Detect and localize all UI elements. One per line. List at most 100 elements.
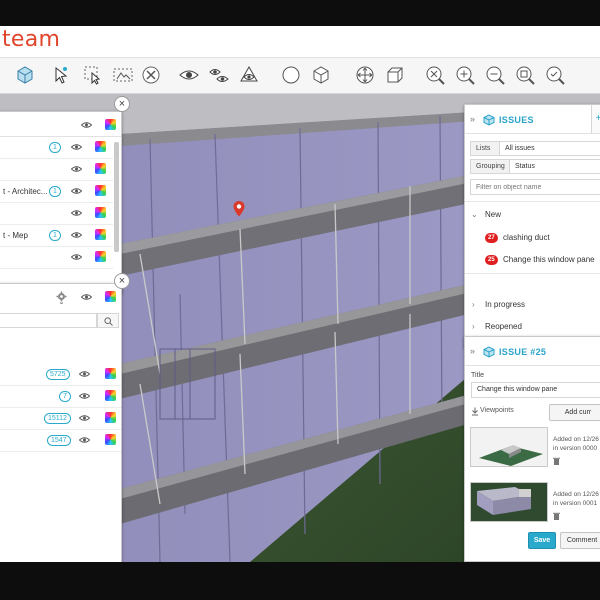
zoom-out-icon[interactable] <box>482 62 508 88</box>
grouping-select[interactable]: Status <box>509 159 600 174</box>
show-all-icon[interactable] <box>206 62 232 88</box>
color-picker-icon[interactable] <box>105 368 116 379</box>
eye-icon[interactable] <box>71 143 82 151</box>
panel-title: ISSUES <box>499 115 534 125</box>
select-box-icon[interactable] <box>80 62 106 88</box>
color-picker-icon[interactable] <box>95 141 106 152</box>
list-item[interactable]: 1 <box>0 137 113 159</box>
viewer-toolbar <box>0 58 600 94</box>
color-picker-icon[interactable] <box>105 291 116 302</box>
add-viewpoint-button[interactable]: Add curr <box>549 404 600 421</box>
lists-label: Lists <box>470 141 500 156</box>
group-reopened[interactable]: › Reopened <box>465 317 600 337</box>
color-picker-icon[interactable] <box>105 412 116 423</box>
save-button[interactable]: Save <box>528 532 556 549</box>
filter-input[interactable] <box>470 179 600 195</box>
color-picker-icon[interactable] <box>95 251 106 262</box>
search-icon <box>104 317 113 326</box>
lists-select[interactable]: All issues <box>499 141 600 156</box>
eye-icon[interactable] <box>79 436 90 444</box>
isolate-icon[interactable] <box>236 62 262 88</box>
eye-icon[interactable] <box>71 253 82 261</box>
eye-icon[interactable] <box>71 165 82 173</box>
eye-icon[interactable] <box>79 370 90 378</box>
viewpoint-image <box>479 445 543 466</box>
eye-icon[interactable] <box>79 392 90 400</box>
box-icon[interactable] <box>382 62 408 88</box>
color-picker-icon[interactable] <box>105 390 116 401</box>
eye-icon[interactable] <box>71 187 82 195</box>
move-icon[interactable] <box>352 62 378 88</box>
trash-icon[interactable] <box>553 512 560 520</box>
eye-icon[interactable] <box>71 231 82 239</box>
select-frame-icon[interactable] <box>110 62 136 88</box>
search-zoom-icon[interactable] <box>542 62 568 88</box>
zoom-fit-icon[interactable] <box>422 62 448 88</box>
panel-title: ISSUE #25 <box>499 347 547 357</box>
eye-icon[interactable] <box>71 209 82 217</box>
viewpoint-added: Added on 12/26 <box>553 491 599 498</box>
color-picker-icon[interactable] <box>95 207 106 218</box>
clear-selection-icon[interactable] <box>138 62 164 88</box>
list-item[interactable]: 7 <box>0 386 121 408</box>
title-field[interactable]: Change this window pane <box>471 382 600 398</box>
model-label: t - Architec... <box>3 187 48 196</box>
divider <box>465 273 600 274</box>
group-in-progress[interactable]: › In progress <box>465 295 600 315</box>
zoom-in-icon[interactable] <box>452 62 478 88</box>
eye-icon[interactable] <box>81 121 92 129</box>
issue-detail-panel: » ISSUE #25 Title Change this window pan… <box>464 336 600 562</box>
color-picker-icon[interactable] <box>105 434 116 445</box>
group-new[interactable]: ⌄ New <box>465 205 600 225</box>
search-input[interactable] <box>0 313 97 328</box>
group-label: In progress <box>485 300 526 309</box>
issue-marker-icon[interactable] <box>232 200 246 218</box>
list-item[interactable]: t - Architec... 1 <box>0 181 113 203</box>
sphere-icon[interactable] <box>278 62 304 88</box>
color-picker-icon[interactable] <box>95 185 106 196</box>
color-picker-icon[interactable] <box>95 163 106 174</box>
viewpoint-thumbnail[interactable] <box>470 482 548 522</box>
chevron-right-icon: › <box>472 300 475 309</box>
collapse-chevron-icon[interactable]: » <box>470 346 475 356</box>
add-issue-button[interactable]: + <box>591 105 600 133</box>
zoom-region-icon[interactable] <box>512 62 538 88</box>
comment-button[interactable]: Comment <box>560 532 600 549</box>
viewpoint-thumbnail[interactable] <box>470 427 548 467</box>
divider <box>465 133 600 134</box>
search-button[interactable] <box>97 313 119 328</box>
eye-icon[interactable] <box>79 414 90 422</box>
list-item[interactable]: 5725 <box>0 364 121 386</box>
cube-icon <box>483 346 495 358</box>
comment-count-badge: 25 <box>485 255 498 265</box>
show-icon[interactable] <box>176 62 202 88</box>
viewpoint-version: in version 0000 <box>553 445 598 452</box>
issue-item[interactable]: 27 clashing duct <box>465 228 600 248</box>
collapse-chevron-icon[interactable]: » <box>470 114 475 124</box>
app-screen: team 1 t - Architec... 1 t - Mep 1 × 572… <box>0 26 600 562</box>
list-item[interactable]: 1547 <box>0 430 121 452</box>
types-panel-header <box>0 284 121 310</box>
list-item[interactable] <box>0 247 113 269</box>
trash-icon[interactable] <box>553 457 560 465</box>
title-label: Title <box>471 372 484 379</box>
color-picker-icon[interactable] <box>95 229 106 240</box>
color-picker-icon[interactable] <box>105 119 116 130</box>
cube-view-icon[interactable] <box>12 62 38 88</box>
select-cursor-icon[interactable] <box>48 62 74 88</box>
list-item[interactable] <box>0 203 113 225</box>
cube-icon <box>483 114 495 126</box>
eye-icon[interactable] <box>81 293 92 301</box>
chevron-down-icon: ⌄ <box>471 210 478 219</box>
cube-navigation-icon[interactable] <box>308 62 334 88</box>
close-icon[interactable]: × <box>114 96 130 112</box>
list-item[interactable] <box>0 159 113 181</box>
issue-item[interactable]: 25 Change this window pane <box>465 250 600 270</box>
list-item[interactable]: 15112 <box>0 408 121 430</box>
brand-logo[interactable]: team <box>2 27 60 52</box>
gear-icon[interactable] <box>56 291 67 304</box>
scrollbar[interactable] <box>114 142 119 252</box>
list-item[interactable]: t - Mep 1 <box>0 225 113 247</box>
grouping-label: Grouping <box>470 159 510 174</box>
close-icon[interactable]: × <box>114 273 130 289</box>
